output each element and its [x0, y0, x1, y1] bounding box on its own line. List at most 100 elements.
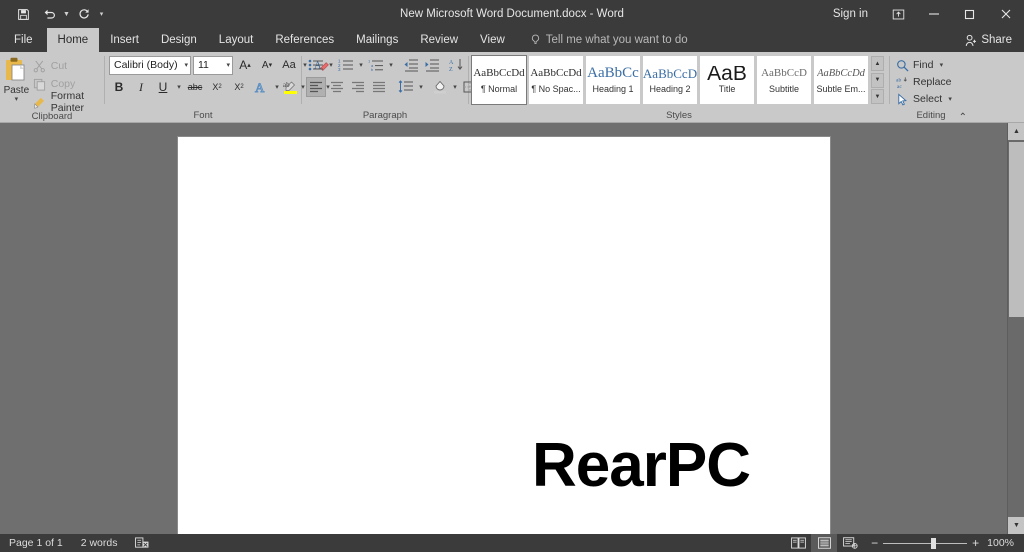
underline-button[interactable]: U	[153, 77, 173, 97]
tab-file[interactable]: File	[0, 28, 47, 52]
justify-button[interactable]	[369, 77, 389, 97]
tab-references[interactable]: References	[264, 28, 345, 52]
change-case-button[interactable]: Aa	[279, 55, 299, 75]
grow-font-button[interactable]: A ▴	[235, 55, 255, 75]
font-name-caret-icon[interactable]: ▾	[181, 61, 188, 69]
line-spacing-caret-icon[interactable]: ▾	[417, 83, 425, 91]
vertical-scrollbar[interactable]: ▲ ▼	[1007, 123, 1024, 534]
sign-in-button[interactable]: Sign in	[821, 8, 880, 20]
format-painter-button[interactable]: Format Painter	[33, 90, 104, 114]
tell-me-search[interactable]: Tell me what you want to do	[516, 28, 688, 52]
style-no-spacing[interactable]: AaBbCcDd ¶ No Spac...	[528, 55, 584, 105]
clipboard-group-label: Clipboard	[31, 111, 73, 122]
view-web-layout-button[interactable]	[837, 534, 863, 552]
gallery-more-icon[interactable]: ▼	[871, 89, 884, 104]
zoom-in-button[interactable]: +	[972, 537, 979, 549]
multilevel-list-button[interactable]: 1ab	[366, 55, 386, 75]
gallery-scroll-up-icon[interactable]: ▲	[871, 56, 884, 71]
align-center-button[interactable]	[327, 77, 347, 97]
cut-button[interactable]: Cut	[33, 58, 104, 74]
ribbon-display-options-icon[interactable]	[880, 0, 916, 28]
shrink-font-button[interactable]: A ▾	[257, 55, 277, 75]
bullet-list-button[interactable]	[306, 55, 326, 75]
sort-button[interactable]: AZ	[447, 55, 467, 75]
style-subtle-emphasis[interactable]: AaBbCcDd Subtle Em...	[813, 55, 869, 105]
align-right-button[interactable]	[348, 77, 368, 97]
font-size-value: 11	[198, 59, 209, 71]
tab-insert[interactable]: Insert	[99, 28, 150, 52]
word-count[interactable]: 2 words	[72, 534, 127, 552]
subscript-button[interactable]: X2	[207, 77, 227, 97]
style-title[interactable]: AaB Title	[699, 55, 755, 105]
bullet-list-caret-icon[interactable]: ▾	[327, 61, 335, 69]
numbered-list-caret-icon[interactable]: ▾	[357, 61, 365, 69]
font-size-combo[interactable]: 11 ▾	[193, 55, 233, 75]
share-button[interactable]: Share	[965, 28, 1024, 52]
page-indicator[interactable]: Page 1 of 1	[0, 534, 72, 552]
bold-button[interactable]: B	[109, 77, 129, 97]
align-left-icon	[310, 81, 322, 93]
scroll-up-icon[interactable]: ▲	[1008, 123, 1024, 140]
close-icon[interactable]	[988, 0, 1024, 28]
tab-layout[interactable]: Layout	[208, 28, 265, 52]
view-print-layout-button[interactable]	[811, 534, 838, 552]
align-left-button[interactable]	[306, 77, 326, 97]
style-normal[interactable]: AaBbCcDd ¶ Normal	[471, 55, 527, 105]
save-icon[interactable]	[10, 3, 36, 25]
find-caret-icon[interactable]: ▾	[937, 61, 945, 69]
tab-mailings[interactable]: Mailings	[345, 28, 409, 52]
italic-button[interactable]: I	[131, 77, 151, 97]
style-name: Subtitle	[768, 84, 800, 94]
proofing-errors-icon[interactable]	[126, 534, 158, 552]
zoom-out-button[interactable]: −	[871, 537, 878, 549]
scrollbar-thumb[interactable]	[1009, 142, 1024, 317]
font-group-label: Font	[193, 110, 213, 121]
scroll-down-icon[interactable]: ▼	[1008, 517, 1024, 534]
zoom-level-label[interactable]: 100%	[987, 537, 1024, 549]
tab-design[interactable]: Design	[150, 28, 208, 52]
minimize-icon[interactable]	[916, 0, 952, 28]
numbered-list-button[interactable]: 123	[336, 55, 356, 75]
decrease-indent-button[interactable]	[401, 55, 421, 75]
restore-icon[interactable]	[952, 0, 988, 28]
style-heading-2[interactable]: AaBbCcD Heading 2	[642, 55, 698, 105]
redo-icon[interactable]	[71, 3, 97, 25]
undo-dropdown-caret-icon[interactable]: ▼	[62, 11, 71, 18]
line-spacing-button[interactable]	[396, 77, 416, 97]
document-body-text[interactable]: RearPC	[532, 435, 751, 497]
customize-quick-access-toolbar-icon[interactable]: ▾	[97, 10, 106, 18]
font-name-combo[interactable]: Calibri (Body) ▾	[109, 55, 191, 75]
replace-button[interactable]: ab ac Replace	[896, 74, 954, 90]
underline-caret-icon[interactable]: ▾	[175, 83, 183, 91]
grow-font-label: A	[239, 58, 248, 72]
tab-review[interactable]: Review	[409, 28, 469, 52]
select-button[interactable]: Select ▾	[896, 91, 954, 107]
select-caret-icon[interactable]: ▾	[946, 95, 954, 103]
multilevel-list-caret-icon[interactable]: ▾	[387, 61, 395, 69]
style-heading-1[interactable]: AaBbCc Heading 1	[585, 55, 641, 105]
zoom-slider[interactable]	[883, 537, 968, 549]
find-button[interactable]: Find ▾	[896, 57, 954, 73]
undo-icon[interactable]	[36, 3, 62, 25]
svg-text:ab: ab	[896, 77, 901, 83]
collapse-ribbon-icon[interactable]: ⌃	[959, 112, 967, 123]
scrollbar-track[interactable]	[1008, 140, 1024, 517]
gallery-scroll-down-icon[interactable]: ▼	[871, 72, 884, 88]
font-size-caret-icon[interactable]: ▾	[223, 61, 230, 69]
tab-view[interactable]: View	[469, 28, 516, 52]
text-effects-caret-icon[interactable]: ▾	[273, 83, 281, 91]
paste-dropdown-caret-icon[interactable]: ▾	[15, 96, 19, 103]
view-read-mode-button[interactable]	[785, 534, 811, 552]
style-subtitle[interactable]: AaBbCcD Subtitle	[756, 55, 812, 105]
paste-button[interactable]: Paste ▾	[0, 55, 33, 103]
increase-indent-button[interactable]	[422, 55, 442, 75]
shading-button[interactable]	[430, 77, 450, 97]
tab-home[interactable]: Home	[46, 28, 100, 52]
text-highlight-button[interactable]: ab	[283, 77, 297, 97]
strikethrough-button[interactable]: abc	[185, 77, 205, 97]
document-page[interactable]: RearPC	[178, 137, 830, 534]
shading-caret-icon[interactable]: ▾	[451, 83, 459, 91]
zoom-slider-thumb[interactable]	[931, 537, 937, 549]
superscript-button[interactable]: X2	[229, 77, 249, 97]
text-effects-button[interactable]: A	[251, 77, 271, 97]
